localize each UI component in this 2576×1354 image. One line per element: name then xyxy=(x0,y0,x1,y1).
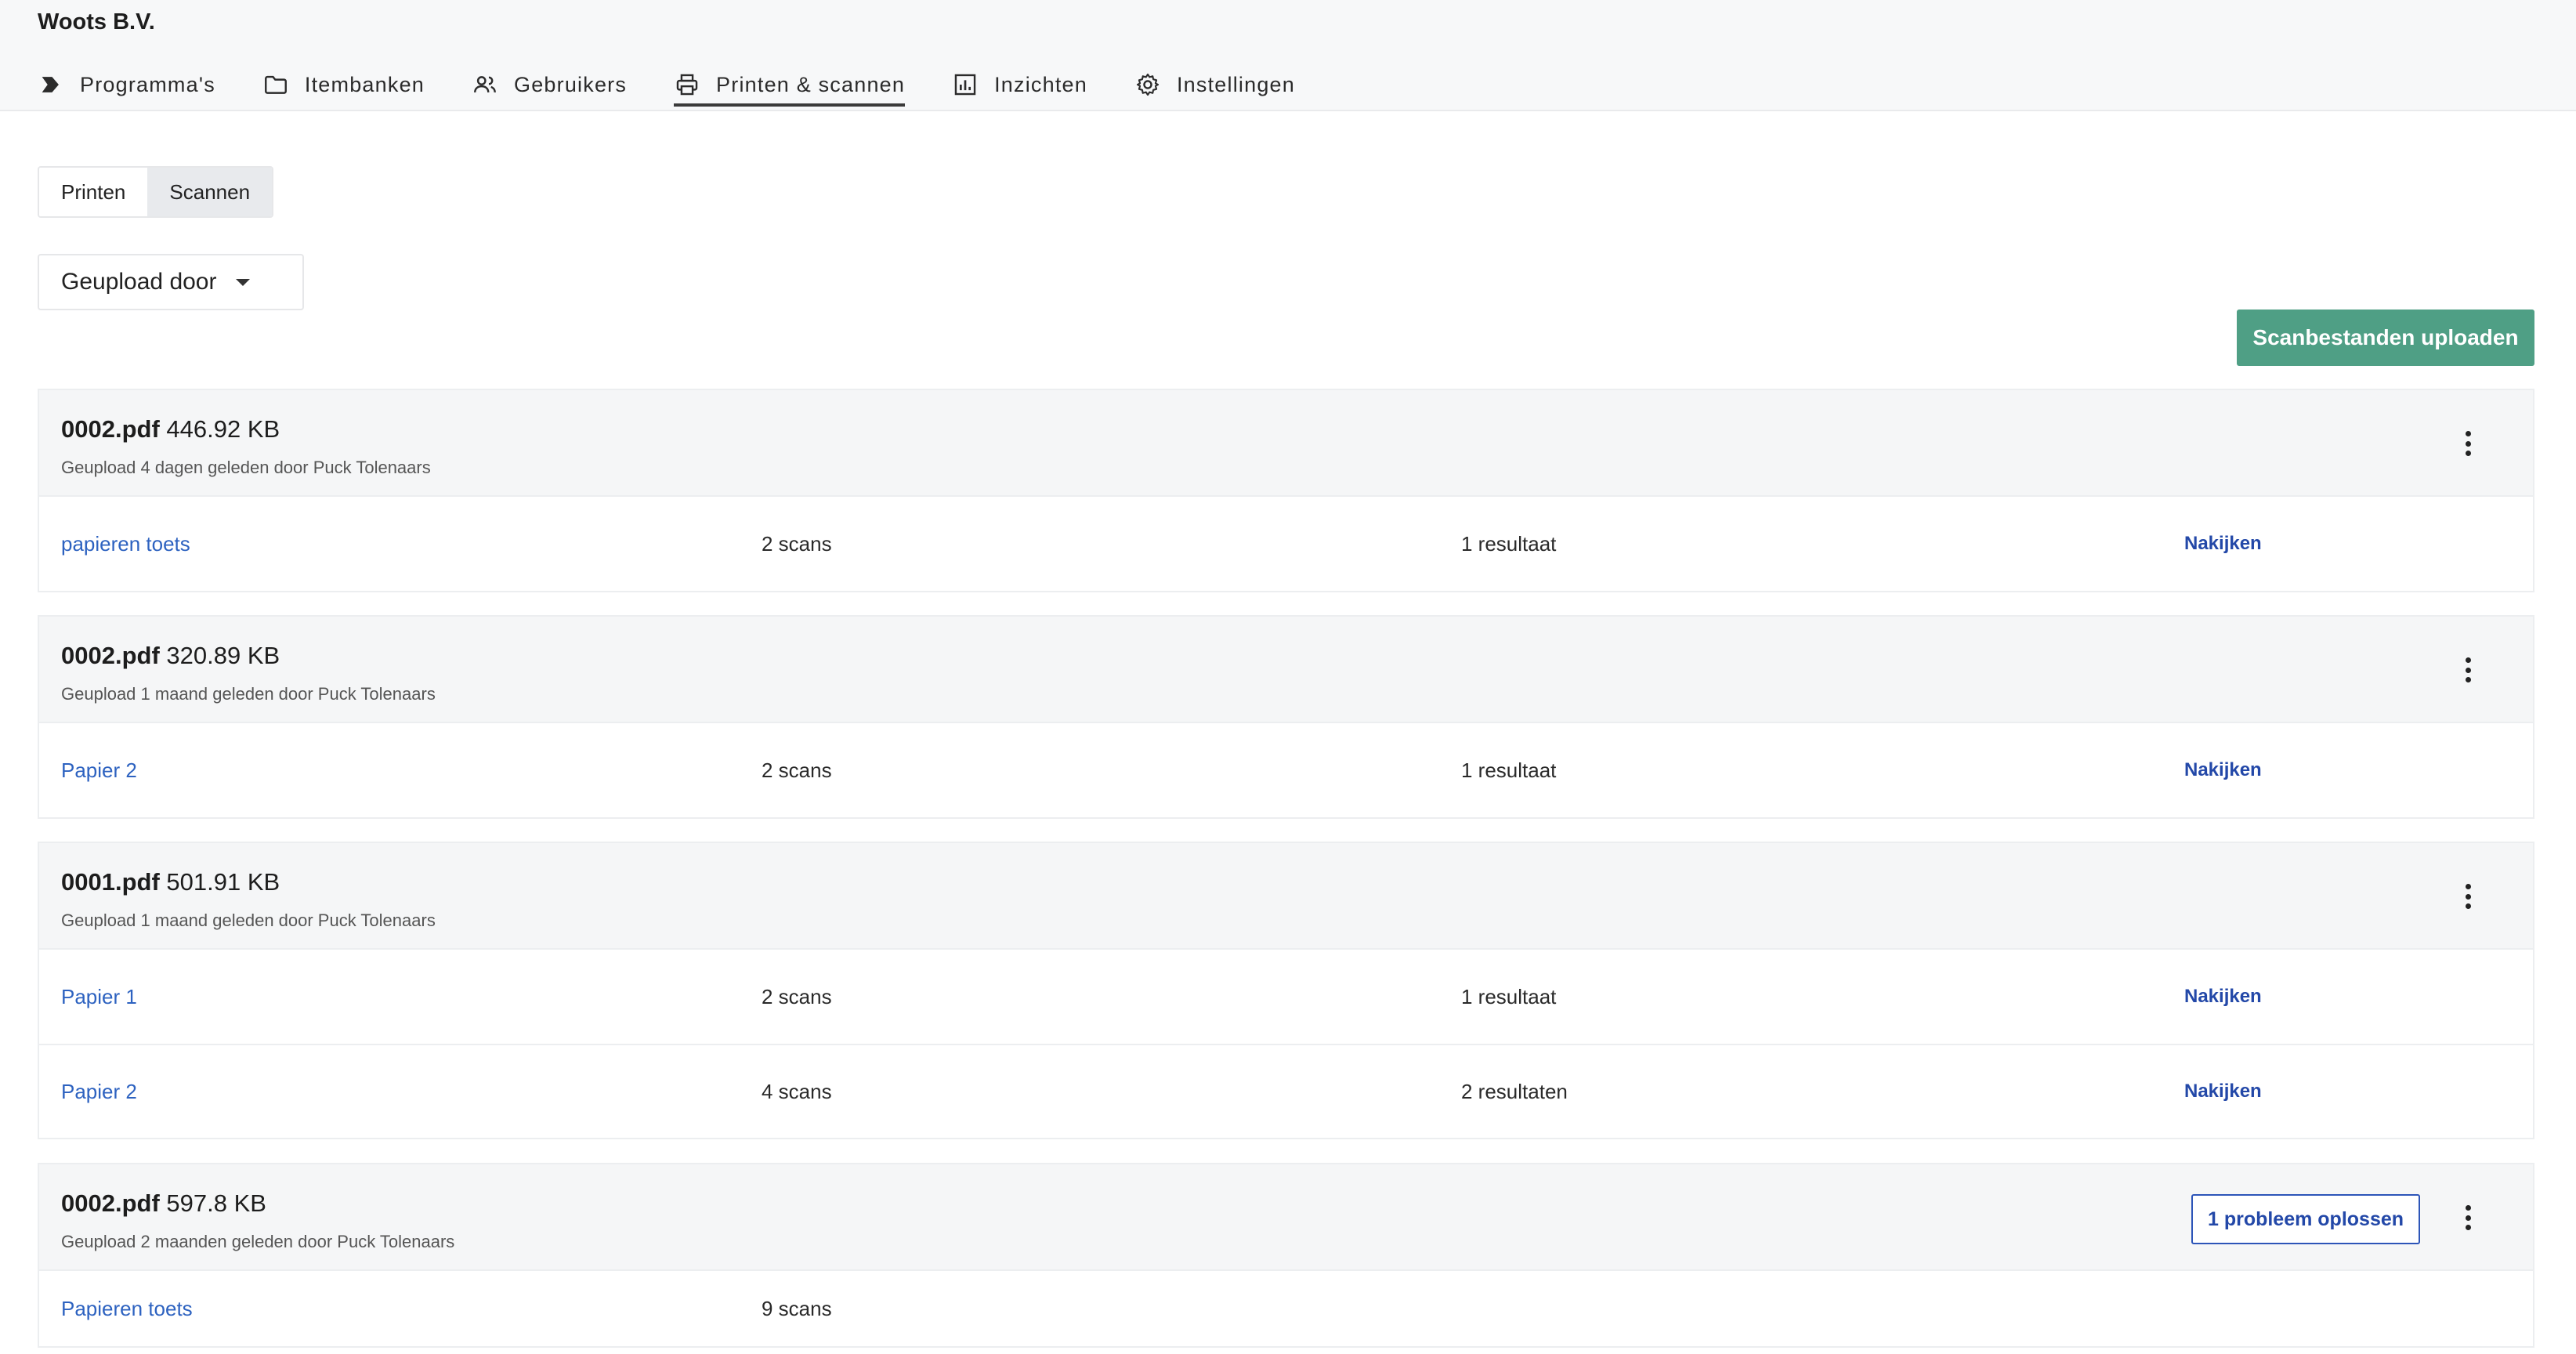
users-icon xyxy=(472,71,498,98)
file-upload-meta: Geupload 2 maanden geleden door Puck Tol… xyxy=(61,1232,455,1251)
nav-inzichten[interactable]: Inzichten xyxy=(952,60,1087,108)
uploaded-by-filter[interactable]: Geupload door xyxy=(38,254,304,310)
nav-itembanken[interactable]: Itembanken xyxy=(262,60,425,108)
file-title: 0002.pdf 446.92 KB xyxy=(61,415,280,443)
file-name: 0001.pdf xyxy=(61,868,160,896)
file-title: 0002.pdf 320.89 KB xyxy=(61,642,280,670)
file-name: 0002.pdf xyxy=(61,642,160,669)
file-upload-meta: Geupload 1 maand geleden door Puck Tolen… xyxy=(61,911,436,930)
nav-printen-scannen[interactable]: Printen & scannen xyxy=(674,60,906,108)
assignment-link[interactable]: Papieren toets xyxy=(61,1271,193,1346)
table-row: Papier 1 2 scans 1 resultaat Nakijken xyxy=(39,950,2533,1044)
top-header: Woots B.V. Programma's Itembanken Gebrui… xyxy=(0,0,2576,111)
file-title: 0002.pdf 597.8 KB xyxy=(61,1189,266,1218)
review-link[interactable]: Nakijken xyxy=(2184,497,2262,591)
scan-file-header: 0002.pdf 446.92 KB Geupload 4 dagen gele… xyxy=(39,390,2533,497)
review-link[interactable]: Nakijken xyxy=(2184,950,2262,1044)
nav-label: Printen & scannen xyxy=(716,72,906,96)
scan-file-group: 0002.pdf 446.92 KB Geupload 4 dagen gele… xyxy=(38,389,2534,592)
table-row: papieren toets 2 scans 1 resultaat Nakij… xyxy=(39,497,2533,591)
assignment-link[interactable]: Papier 2 xyxy=(61,723,137,817)
nav-programmas[interactable]: Programma's xyxy=(38,60,215,108)
table-row: Papieren toets 9 scans xyxy=(39,1271,2533,1346)
gear-icon xyxy=(1134,71,1161,98)
resolve-problem-button[interactable]: 1 probleem oplossen xyxy=(2191,1194,2420,1244)
result-count: 1 resultaat xyxy=(1461,531,1557,556)
scan-count: 4 scans xyxy=(762,1079,832,1103)
result-count: 1 resultaat xyxy=(1461,758,1557,782)
chevron-tag-icon xyxy=(38,71,64,98)
more-options-icon[interactable] xyxy=(2456,1202,2480,1233)
review-link[interactable]: Nakijken xyxy=(2184,723,2262,817)
file-size: 597.8 KB xyxy=(166,1189,266,1217)
nav-gebruikers[interactable]: Gebruikers xyxy=(472,60,627,108)
tab-printen[interactable]: Printen xyxy=(39,168,148,216)
file-size: 446.92 KB xyxy=(166,415,280,443)
file-name: 0002.pdf xyxy=(61,415,160,443)
result-count: 1 resultaat xyxy=(1461,984,1557,1008)
scan-file-header: 0001.pdf 501.91 KB Geupload 1 maand gele… xyxy=(39,843,2533,950)
file-size: 501.91 KB xyxy=(166,868,280,896)
review-link[interactable]: Nakijken xyxy=(2184,1045,2262,1138)
scan-count: 9 scans xyxy=(762,1296,832,1320)
print-scan-toggle: Printen Scannen xyxy=(38,166,274,218)
tab-scannen[interactable]: Scannen xyxy=(147,168,273,216)
bar-chart-icon xyxy=(952,71,979,98)
scan-count: 2 scans xyxy=(762,758,832,782)
nav-label: Itembanken xyxy=(304,72,425,96)
file-upload-meta: Geupload 1 maand geleden door Puck Tolen… xyxy=(61,684,436,704)
upload-scan-files-button[interactable]: Scanbestanden uploaden xyxy=(2237,310,2534,366)
nav-label: Inzichten xyxy=(994,72,1087,96)
assignment-link[interactable]: Papier 2 xyxy=(61,1045,137,1138)
nav-instellingen[interactable]: Instellingen xyxy=(1134,60,1295,108)
table-row: Papier 2 4 scans 2 resultaten Nakijken xyxy=(39,1044,2533,1138)
scan-file-header: 0002.pdf 597.8 KB Geupload 2 maanden gel… xyxy=(39,1164,2533,1271)
printer-icon xyxy=(674,71,700,98)
table-row: Papier 2 2 scans 1 resultaat Nakijken xyxy=(39,723,2533,817)
scan-count: 2 scans xyxy=(762,984,832,1008)
file-size: 320.89 KB xyxy=(166,642,280,669)
main-nav: Programma's Itembanken Gebruikers Printe… xyxy=(38,60,1342,111)
assignment-link[interactable]: papieren toets xyxy=(61,497,190,591)
nav-label: Programma's xyxy=(80,72,215,96)
scan-file-group: 0002.pdf 320.89 KB Geupload 1 maand gele… xyxy=(38,615,2534,819)
caret-down-icon xyxy=(235,278,250,286)
more-options-icon[interactable] xyxy=(2456,428,2480,459)
scan-file-group: 0002.pdf 597.8 KB Geupload 2 maanden gel… xyxy=(38,1163,2534,1348)
nav-label: Instellingen xyxy=(1176,72,1295,96)
more-options-icon[interactable] xyxy=(2456,654,2480,686)
scan-file-group: 0001.pdf 501.91 KB Geupload 1 maand gele… xyxy=(38,842,2534,1139)
assignment-link[interactable]: Papier 1 xyxy=(61,950,137,1044)
file-upload-meta: Geupload 4 dagen geleden door Puck Tolen… xyxy=(61,458,431,477)
more-options-icon[interactable] xyxy=(2456,881,2480,912)
folder-icon xyxy=(262,71,289,98)
organization-name: Woots B.V. xyxy=(38,9,155,34)
result-count: 2 resultaten xyxy=(1461,1079,1568,1103)
scan-count: 2 scans xyxy=(762,531,832,556)
filter-label: Geupload door xyxy=(61,269,217,295)
file-name: 0002.pdf xyxy=(61,1189,160,1217)
file-title: 0001.pdf 501.91 KB xyxy=(61,868,280,896)
scan-file-header: 0002.pdf 320.89 KB Geupload 1 maand gele… xyxy=(39,617,2533,723)
nav-label: Gebruikers xyxy=(514,72,628,96)
